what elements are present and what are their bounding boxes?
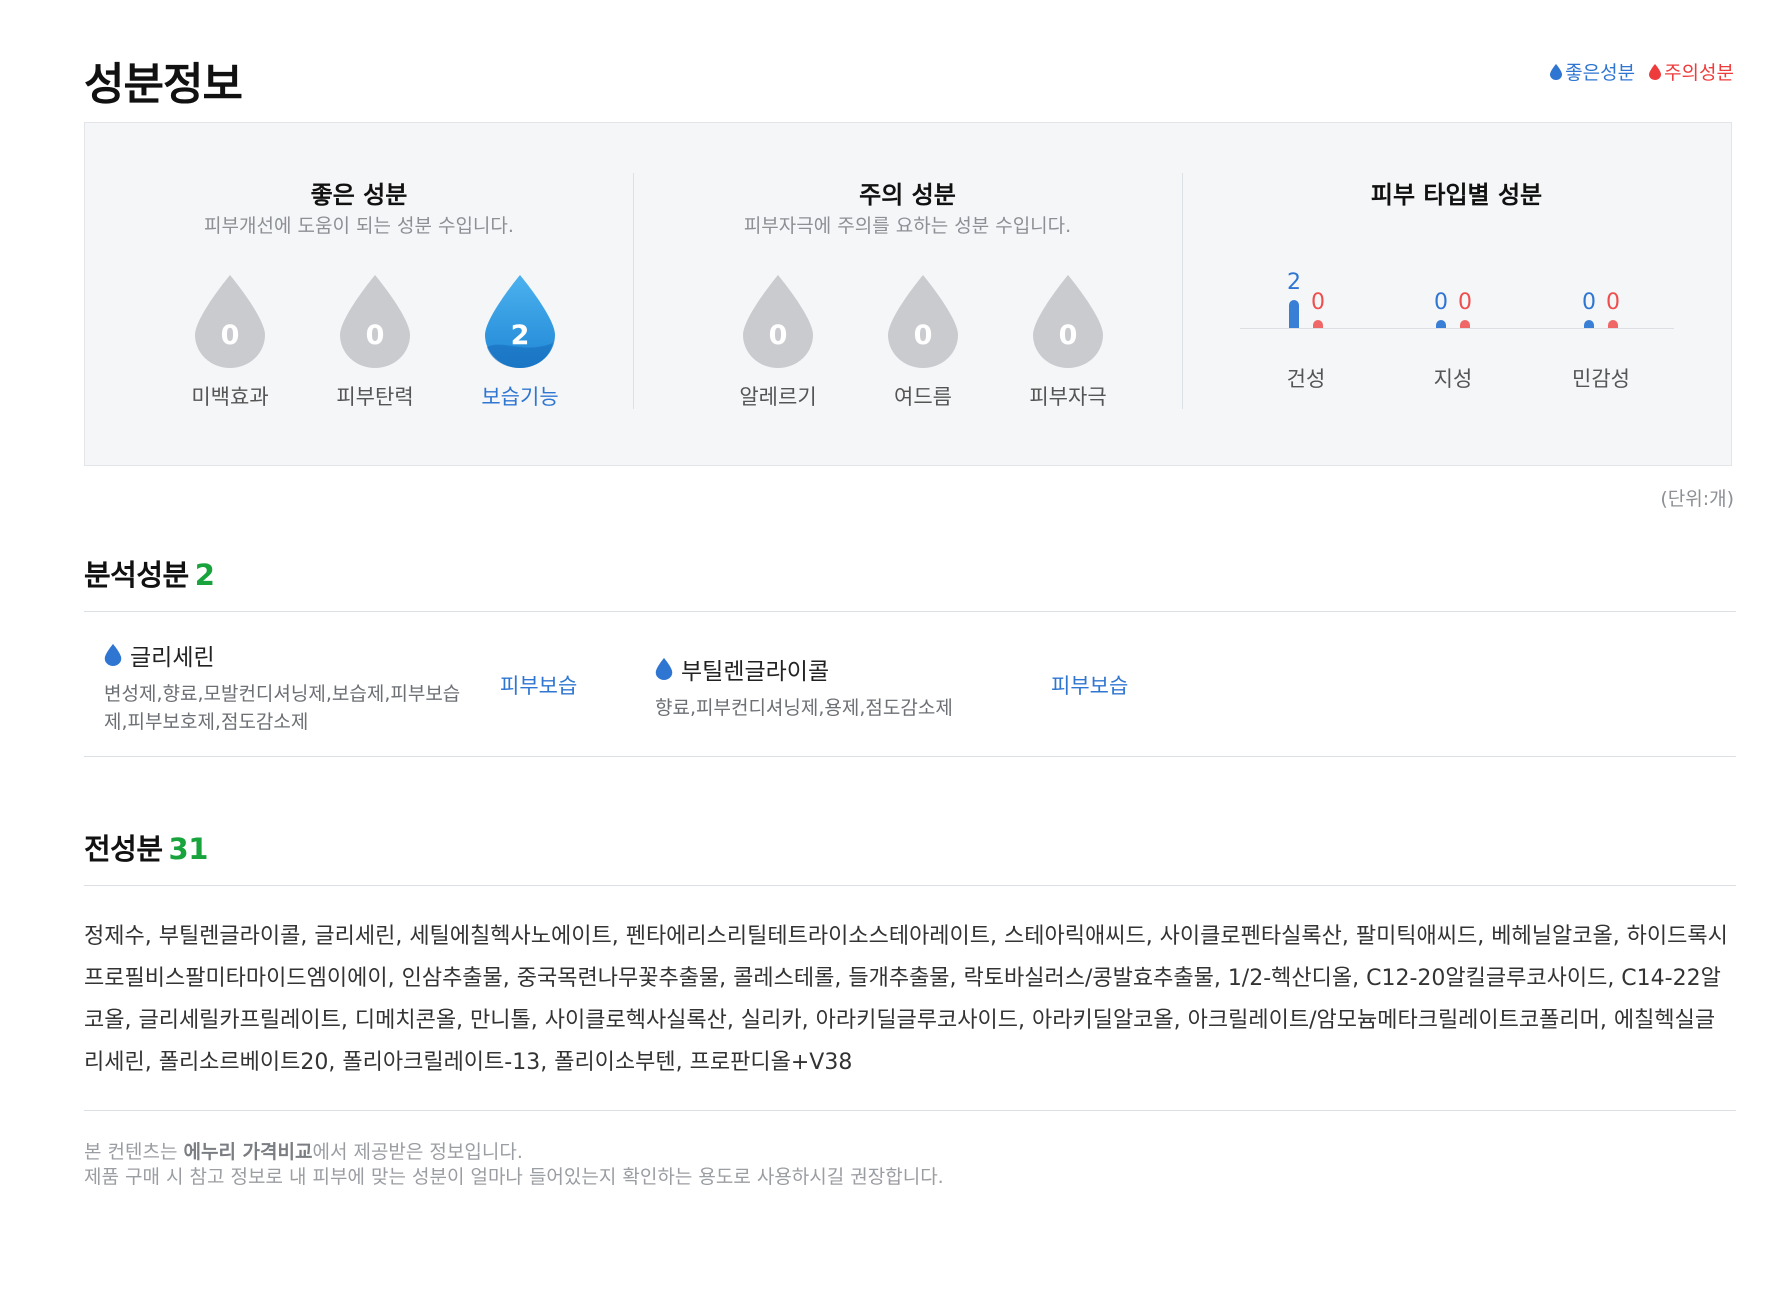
legend-caution-label: 주의성분	[1664, 62, 1734, 84]
drop-item-irritation[interactable]: 0 피부자극	[1013, 273, 1123, 411]
chart-bar	[1436, 320, 1446, 328]
chart-bar	[1584, 320, 1594, 328]
drop-item-whitening[interactable]: 0 미백효과	[175, 273, 285, 411]
ingredient-info-page: 성분정보 좋은성분 주의성분 좋은 성분 피부개선에 도움이 되는 성분 수입니…	[84, 0, 1736, 1303]
chart-category-label: 민감성	[1572, 367, 1630, 391]
analysis-title: 분석성분	[84, 558, 189, 592]
drop-value: 0	[914, 320, 933, 351]
drop-icon	[1649, 63, 1662, 80]
section-title: 좋은 성분	[310, 181, 408, 209]
drop-icon: 0	[1033, 275, 1103, 368]
chart-baseline	[1240, 328, 1674, 329]
chart-value-label: 0	[1606, 290, 1620, 315]
legend-good-label: 좋은성분	[1565, 62, 1636, 84]
drop-label: 피부탄력	[336, 385, 414, 409]
page-title: 성분정보	[84, 59, 243, 110]
divider	[84, 885, 1736, 886]
drop-icon	[104, 644, 122, 666]
footer-text: 에서 제공받은 정보입니다.	[312, 1141, 523, 1163]
analysis-count: 2	[194, 558, 215, 592]
ingredient-item-butylene-glycol[interactable]: 부틸렌글라이콜 향료,피부컨디셔닝제,용제,점도감소제	[655, 652, 1015, 722]
ingredient-tag[interactable]: 피부보습	[500, 670, 577, 700]
ingredient-name: 글리세린	[130, 645, 215, 671]
drop-icon	[1550, 63, 1563, 80]
chart-bar	[1460, 320, 1470, 328]
divider	[84, 611, 1736, 612]
chart-value-label: 0	[1458, 290, 1472, 315]
legend-caution: 주의성분	[1649, 58, 1734, 85]
section-title: 주의 성분	[859, 181, 956, 209]
drop-icon: 0	[340, 275, 410, 368]
skin-type-section: 피부 타입별 성분 2 0 건성 0 0 지성 0 0 민감성	[1182, 123, 1731, 467]
drop-label: 보습기능	[481, 385, 559, 409]
legend-good: 좋은성분	[1550, 58, 1635, 85]
footer-text: 제품 구매 시 참고 정보로 내 피부에 맞는 성분이 얼마나 들어있는지 확인…	[84, 1166, 944, 1188]
full-ingredients-heading: 전성분 31	[84, 826, 208, 868]
drop-label: 알레르기	[739, 385, 817, 409]
divider	[84, 1110, 1736, 1111]
drop-value: 0	[1059, 320, 1078, 351]
caution-ingredients-section: 주의 성분 피부자극에 주의를 요하는 성분 수입니다. 0 알레르기 0 여드름 …	[633, 123, 1182, 467]
drop-value: 0	[366, 320, 385, 351]
footer-source: 에누리 가격비교	[183, 1141, 313, 1163]
drop-item-elasticity[interactable]: 0 피부탄력	[320, 273, 430, 411]
full-ingredients-count: 31	[168, 832, 209, 866]
ingredient-functions: 향료,피부컨디셔닝제,용제,점도감소제	[655, 697, 953, 719]
drop-value: 0	[769, 320, 788, 351]
chart-category-label: 건성	[1286, 367, 1326, 391]
chart-bar	[1289, 300, 1299, 328]
drop-icon: 2	[485, 275, 555, 368]
ingredient-tag[interactable]: 피부보습	[1051, 670, 1128, 700]
drop-icon: 0	[195, 275, 265, 368]
section-subtitle: 피부자극에 주의를 요하는 성분 수입니다.	[743, 215, 1072, 237]
full-ingredients-list: 정제수, 부틸렌글라이콜, 글리세린, 세틸에칠헥사노에이트, 펜타에리스리틸테…	[84, 924, 1728, 1075]
chart-value-label: 0	[1311, 290, 1325, 315]
drop-item-allergy[interactable]: 0 알레르기	[723, 273, 833, 411]
full-ingredients-title: 전성분	[84, 832, 163, 866]
ingredient-item-glycerin[interactable]: 글리세린 변성제,향료,모발컨디셔닝제,보습제,피부보습제,피부보호제,점도감소…	[104, 638, 464, 736]
ingredient-summary-box: 좋은 성분 피부개선에 도움이 되는 성분 수입니다. 0 미백효과 0 피부탄력 …	[84, 122, 1732, 466]
ingredient-name: 부틸렌글라이콜	[681, 659, 830, 685]
chart-value-label: 0	[1582, 290, 1596, 315]
drop-value: 0	[221, 320, 240, 351]
footer-text: 본 컨텐츠는	[84, 1141, 184, 1163]
chart-bar	[1313, 320, 1323, 328]
drop-label: 피부자극	[1029, 385, 1107, 409]
chart-bar	[1608, 320, 1618, 328]
chart-value-label: 0	[1434, 290, 1448, 315]
analysis-heading: 분석성분 2	[84, 552, 215, 594]
good-ingredients-section: 좋은 성분 피부개선에 도움이 되는 성분 수입니다. 0 미백효과 0 피부탄력 …	[85, 123, 633, 467]
drop-label: 미백효과	[191, 385, 269, 409]
section-title: 피부 타입별 성분	[1370, 181, 1543, 209]
unit-note: (단위:개)	[1660, 488, 1734, 510]
footer-note: 본 컨텐츠는 에누리 가격비교에서 제공받은 정보입니다. 제품 구매 시 참고…	[84, 1140, 944, 1190]
chart-category-label: 지성	[1433, 367, 1473, 391]
legend: 좋은성분 주의성분	[1550, 58, 1734, 85]
drop-item-moisturizing[interactable]: 2 보습기능	[465, 273, 575, 411]
ingredient-functions: 변성제,향료,모발컨디셔닝제,보습제,피부보습제,피부보호제,점도감소제	[104, 683, 461, 733]
drop-item-acne[interactable]: 0 여드름	[868, 273, 978, 411]
drop-icon: 0	[888, 275, 958, 368]
drop-label: 여드름	[894, 385, 952, 409]
divider	[84, 756, 1736, 757]
drop-icon	[655, 658, 673, 680]
drop-icon: 0	[743, 275, 813, 368]
section-subtitle: 피부개선에 도움이 되는 성분 수입니다.	[204, 215, 514, 237]
drop-value: 2	[511, 320, 530, 351]
chart-value-label: 2	[1287, 270, 1301, 295]
